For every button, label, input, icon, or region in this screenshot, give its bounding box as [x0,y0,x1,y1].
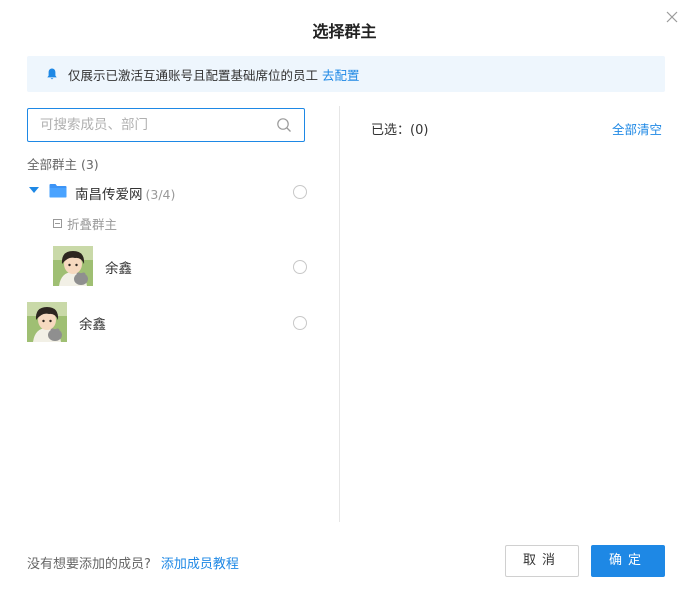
confirm-button[interactable]: 确定 [591,545,665,577]
dialog-title: 选择群主 [312,22,377,41]
collapse-toggle[interactable]: 折叠群主 [53,214,117,233]
department-name: 南昌传爱网 (3/4) [75,183,175,203]
department-radio[interactable] [293,185,307,199]
clear-all-link[interactable]: 全部清空 [612,119,662,138]
search-input[interactable] [28,109,280,141]
add-member-tutorial-link[interactable]: 添加成员教程 [161,557,239,572]
collapse-icon [53,219,62,228]
department-count: (3/4) [145,187,176,202]
notice-bar: 仅展示已激活互通账号且配置基础席位的员工 去配置 [27,56,665,92]
collapse-label: 折叠群主 [67,217,118,232]
select-owner-dialog: 选择群主 仅展示已激活互通账号且配置基础席位的员工 去配置 全部群主 (3) [0,0,689,594]
member-name: 余鑫 [105,261,132,277]
member-row[interactable]: 余鑫 [27,302,309,342]
member-name: 余鑫 [79,317,106,333]
footer-prompt: 没有想要添加的成员? 添加成员教程 [27,553,239,572]
panel-divider [339,106,340,522]
department-name-text: 南昌传爱网 [75,187,143,203]
bell-icon [45,67,59,81]
cancel-button[interactable]: 取消 [505,545,579,577]
selected-count: 已选：(0) [371,123,429,138]
caret-down-icon[interactable] [29,187,39,193]
folder-icon [49,183,67,198]
configure-link[interactable]: 去配置 [322,65,360,84]
search-box[interactable] [27,108,305,142]
department-row[interactable]: 南昌传爱网 (3/4) [27,178,309,204]
notice-text: 仅展示已激活互通账号且配置基础席位的员工 [68,67,319,83]
search-icon[interactable] [276,117,292,133]
member-radio[interactable] [293,260,307,274]
group-label: 全部群主 (3) [27,157,99,172]
member-row[interactable]: 余鑫 [53,246,309,286]
footer-prompt-text: 没有想要添加的成员? [27,557,151,572]
avatar [27,302,67,342]
close-icon[interactable] [664,9,680,25]
avatar [53,246,93,286]
member-radio[interactable] [293,316,307,330]
